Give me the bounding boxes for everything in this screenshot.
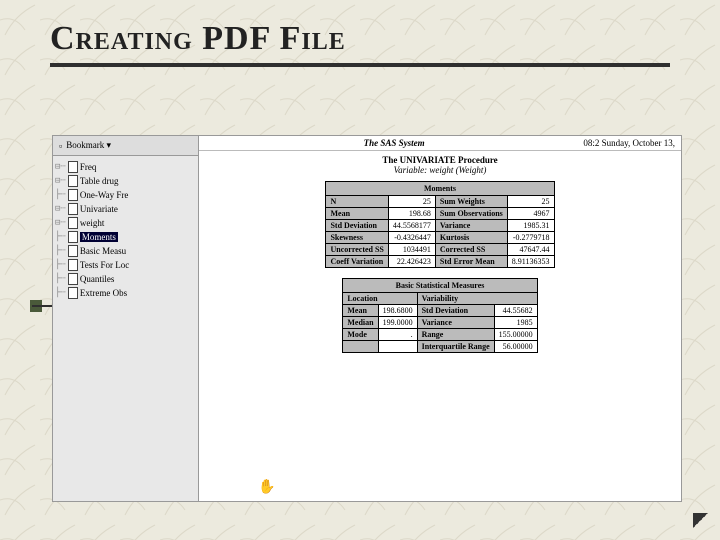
- stat-value: -0.2779718: [507, 232, 554, 244]
- bookmark-item[interactable]: ⊟┄weight: [55, 216, 196, 230]
- stat-label: Std Deviation: [326, 220, 388, 232]
- stat-value: 155.00000: [494, 329, 537, 341]
- stat-value: .: [378, 329, 417, 341]
- bookmark-item[interactable]: ├┄One-Way Fre: [55, 188, 196, 202]
- stat-value: 4967: [507, 208, 554, 220]
- stat-value: 25: [507, 196, 554, 208]
- stat-label: Std Deviation: [417, 305, 494, 317]
- bookmark-item[interactable]: ⊟┄Univariate: [55, 202, 196, 216]
- stat-value: 199.0000: [378, 317, 417, 329]
- bookmark-sidebar: ▫ Bookmark ▾ ⊟┄Freq ⊟┄Table drug ├┄One-W…: [53, 136, 199, 501]
- stat-label: Sum Weights: [435, 196, 507, 208]
- stat-label: Std Error Mean: [435, 256, 507, 268]
- pdf-viewer: ▫ Bookmark ▾ ⊟┄Freq ⊟┄Table drug ├┄One-W…: [52, 135, 682, 502]
- slide-title: Creating PDF File: [0, 0, 720, 63]
- basic-header: Location: [343, 293, 417, 305]
- stat-label: Variance: [435, 220, 507, 232]
- bookmark-tree: ⊟┄Freq ⊟┄Table drug ├┄One-Way Fre⊟┄Univa…: [53, 156, 198, 304]
- bookmark-item[interactable]: ├┄Extreme Obs: [55, 286, 196, 300]
- pdf-content: The SAS System 08:2 Sunday, October 13, …: [199, 136, 681, 501]
- stat-value: 25: [388, 196, 435, 208]
- stat-label: Median: [343, 317, 378, 329]
- stat-label: N: [326, 196, 388, 208]
- bookmark-item[interactable]: ├┄Moments: [55, 230, 196, 244]
- basic-header: Variability: [417, 293, 537, 305]
- stat-value: 198.68: [388, 208, 435, 220]
- moments-table: Moments N25Sum Weights25Mean198.68Sum Ob…: [325, 181, 554, 268]
- stat-label: Mean: [326, 208, 388, 220]
- stat-value: -0.4326447: [388, 232, 435, 244]
- stat-label: Mode: [343, 329, 378, 341]
- variable-line: Variable: weight (Weight): [199, 165, 681, 181]
- stat-label: Skewness: [326, 232, 388, 244]
- stat-value: 44.5568177: [388, 220, 435, 232]
- stat-value: 22.426423: [388, 256, 435, 268]
- stat-value: 56.00000: [494, 341, 537, 353]
- bookmark-item[interactable]: ⊟┄Table drug: [55, 174, 196, 188]
- basic-caption: Basic Statistical Measures: [342, 278, 537, 292]
- bookmark-item[interactable]: ├┄Quantiles: [55, 272, 196, 286]
- bookmark-icon: ▫: [59, 141, 62, 151]
- stat-label: Variance: [417, 317, 494, 329]
- stat-label: Kurtosis: [435, 232, 507, 244]
- stat-value: 1034491: [388, 244, 435, 256]
- stat-label: Sum Observations: [435, 208, 507, 220]
- stat-label: Range: [417, 329, 494, 341]
- stat-label: Mean: [343, 305, 378, 317]
- stat-value: [378, 341, 417, 353]
- stat-value: 198.6800: [378, 305, 417, 317]
- bookmark-item[interactable]: ├┄Tests For Loc: [55, 258, 196, 272]
- hand-cursor-icon: ✋: [258, 479, 275, 496]
- bookmark-header[interactable]: ▫ Bookmark ▾: [53, 136, 198, 156]
- stat-label: Uncorrected SS: [326, 244, 388, 256]
- moments-caption: Moments: [325, 181, 554, 195]
- stat-label: Interquartile Range: [417, 341, 494, 353]
- bookmark-item[interactable]: ⊟┄Freq: [55, 160, 196, 174]
- stat-value: 44.55682: [494, 305, 537, 317]
- system-title: The SAS System: [364, 138, 425, 148]
- basic-table: Basic Statistical Measures LocationVaria…: [342, 278, 537, 353]
- stat-value: 1985.31: [507, 220, 554, 232]
- bookmark-title: Bookmark ▾: [66, 140, 111, 151]
- stat-value: 1985: [494, 317, 537, 329]
- stat-value: 8.91136353: [507, 256, 554, 268]
- stat-label: [343, 341, 378, 353]
- stat-value: 47647.44: [507, 244, 554, 256]
- bookmark-item[interactable]: ├┄Basic Measu: [55, 244, 196, 258]
- title-divider: [50, 63, 670, 67]
- stat-label: Coeff Variation: [326, 256, 388, 268]
- procedure-title: The UNIVARIATE Procedure: [199, 151, 681, 165]
- stat-label: Corrected SS: [435, 244, 507, 256]
- page-timestamp: 08:2 Sunday, October 13,: [583, 138, 675, 148]
- slide-corner-decoration: [693, 513, 708, 528]
